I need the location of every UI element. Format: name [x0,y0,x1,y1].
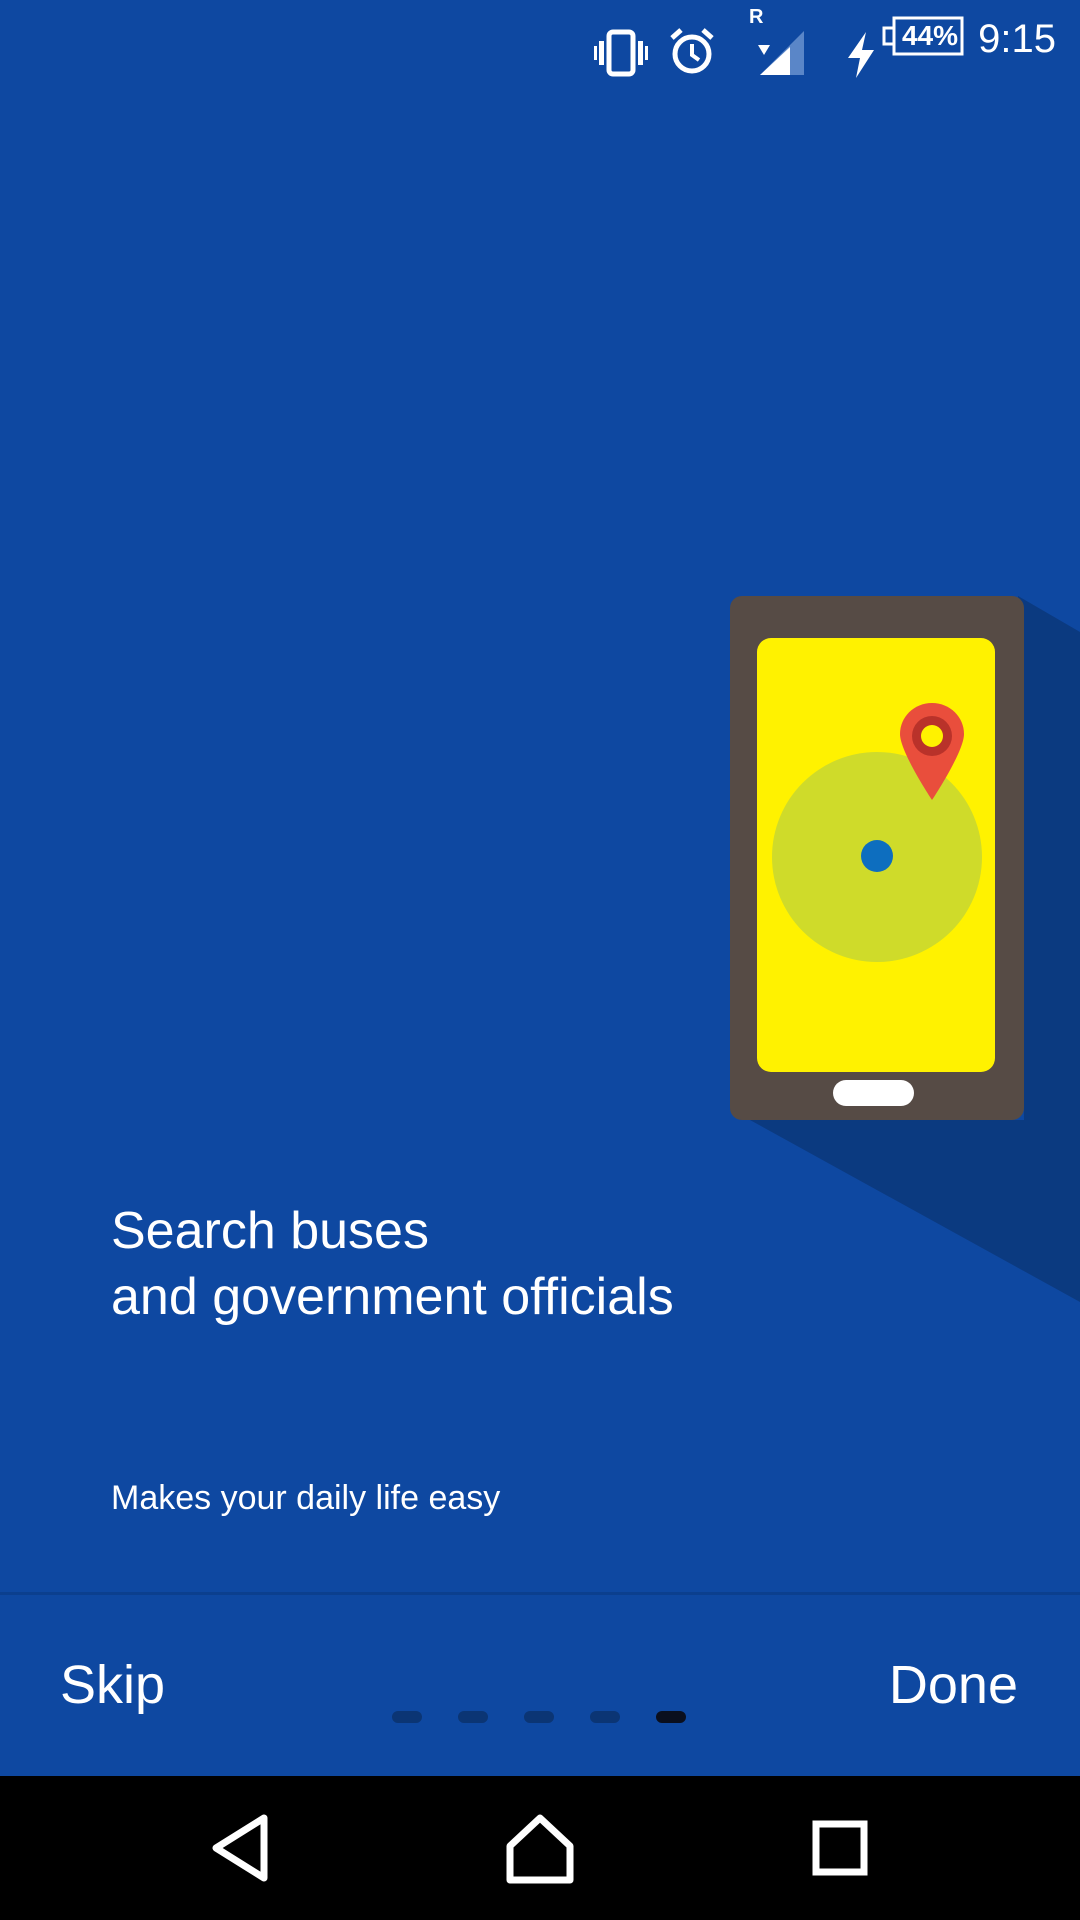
home-icon[interactable] [500,1808,580,1888]
page-indicator [392,1711,692,1723]
battery-icon: 44% [882,16,964,56]
onboarding-title: Search buses and government officials [111,1198,1011,1330]
status-bar: R 44% 9:15 [0,0,1080,78]
page-indicator-dot-2 [458,1711,488,1723]
page-indicator-dot-5-active [656,1711,686,1723]
recents-icon[interactable] [800,1808,880,1888]
page-indicator-dot-4 [590,1711,620,1723]
clock: 9:15 [978,17,1056,61]
back-icon[interactable] [202,1808,282,1888]
title-line-2: and government officials [111,1268,674,1326]
phone-home-button [833,1080,914,1106]
skip-button[interactable]: Skip [60,1653,165,1717]
onboarding-subtitle: Makes your daily life easy [111,1479,501,1517]
battery-percentage: 44% [901,20,959,51]
done-button[interactable]: Done [889,1653,1018,1717]
current-location-dot [861,840,893,872]
title-line-1: Search buses [111,1202,429,1260]
page-indicator-dot-3 [524,1711,554,1723]
page-indicator-dot-1 [392,1711,422,1723]
intro-bottom-bar: Skip Done [0,1592,1080,1776]
onboarding-page: Search buses and government officials Ma… [0,78,1080,1592]
phone-location-illustration [730,596,1080,1302]
system-navigation-bar [0,1776,1080,1920]
